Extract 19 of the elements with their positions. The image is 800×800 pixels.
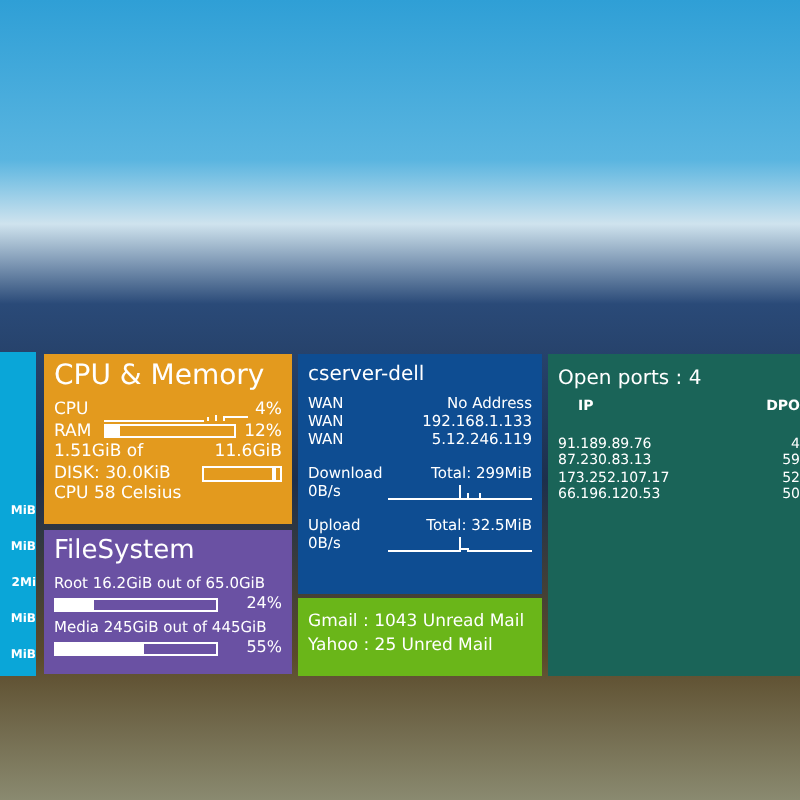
- cpu-temperature: CPU 58 Celsius: [54, 484, 184, 505]
- cpu-label: CPU: [54, 400, 89, 421]
- panel-title: FileSystem: [54, 534, 197, 568]
- ram-label: RAM: [54, 421, 92, 442]
- mail-count: Gmail : 1043 Unread Mail: [308, 610, 527, 634]
- host-name: cserver-dell: [308, 362, 427, 388]
- disk-label: DISK: 30.0KiB: [54, 463, 171, 484]
- sparkline-graph: [388, 484, 532, 500]
- mount-percent: 24%: [246, 594, 282, 614]
- mail-count: Yahoo : 25 Unred Mail: [308, 634, 495, 658]
- cpu-value: 4%: [255, 400, 282, 421]
- disk-graph: [202, 465, 282, 482]
- sparkline-graph: [388, 536, 532, 552]
- memory-used: 1.51GiB of: [54, 442, 144, 463]
- memory-total: 11.6GiB: [214, 442, 282, 463]
- panel-title: Open ports : 4: [558, 366, 704, 392]
- panel-title: CPU & Memory: [54, 358, 267, 394]
- ram-value: 12%: [244, 421, 282, 441]
- mount-percent: 55%: [246, 638, 282, 658]
